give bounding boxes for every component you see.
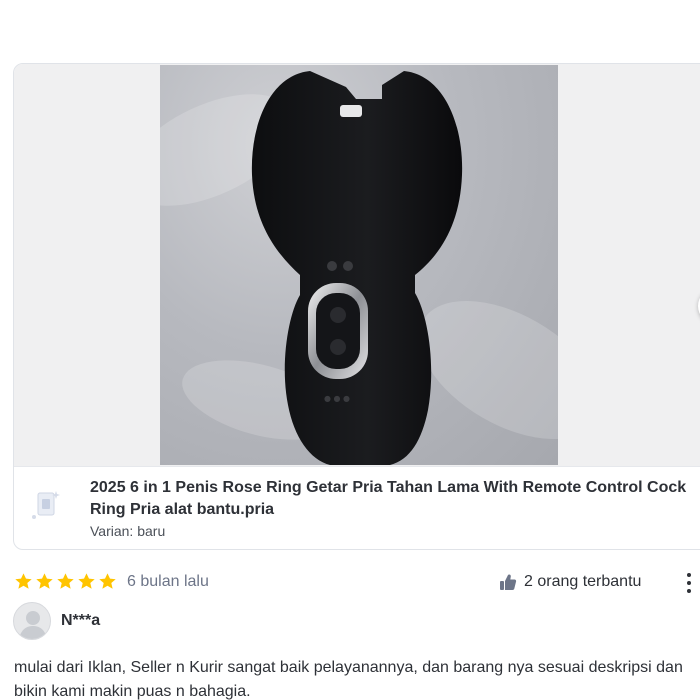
- star-icon: [57, 573, 74, 589]
- reviewer-info: N***a: [13, 602, 313, 642]
- star-icon: [78, 573, 95, 589]
- review-meta-row: 6 bulan lalu 2 orang terbantu: [14, 570, 700, 594]
- review-media-gallery: ● ● ●: [14, 64, 700, 466]
- thumbs-up-icon: [500, 574, 517, 590]
- reviewed-product[interactable]: 2025 6 in 1 Penis Rose Ring Getar Pria T…: [14, 466, 700, 549]
- svg-text:● ● ●: ● ● ●: [324, 394, 350, 403]
- more-vertical-icon[interactable]: [682, 571, 696, 595]
- star-icon: [99, 573, 116, 589]
- review-time: 6 bulan lalu: [127, 573, 209, 590]
- review-text: mulai dari Iklan, Seller n Kurir sangat …: [14, 659, 683, 700]
- product-image: ● ● ●: [251, 71, 463, 465]
- avatar: [13, 602, 51, 640]
- reviewer-name: N***a: [61, 612, 101, 629]
- product-title[interactable]: 2025 6 in 1 Penis Rose Ring Getar Pria T…: [90, 477, 700, 521]
- star-rating: [14, 572, 117, 591]
- review-photo[interactable]: ● ● ●: [160, 65, 558, 465]
- product-thumbnail-placeholder-icon: [32, 491, 60, 519]
- helpful-count: 2 orang terbantu: [524, 573, 642, 590]
- helpful-button[interactable]: 2 orang terbantu: [499, 573, 641, 591]
- product-variant: Varian: baru: [90, 523, 166, 539]
- review-card: ● ● ● 2025 6 in 1 Penis Rose Ring Getar …: [13, 63, 700, 550]
- menu-dot: [687, 573, 691, 577]
- user-avatar-icon: [19, 611, 47, 639]
- menu-dot: [687, 581, 691, 585]
- star-icon: [15, 573, 32, 589]
- star-icon: [36, 573, 53, 589]
- menu-dot: [687, 589, 691, 593]
